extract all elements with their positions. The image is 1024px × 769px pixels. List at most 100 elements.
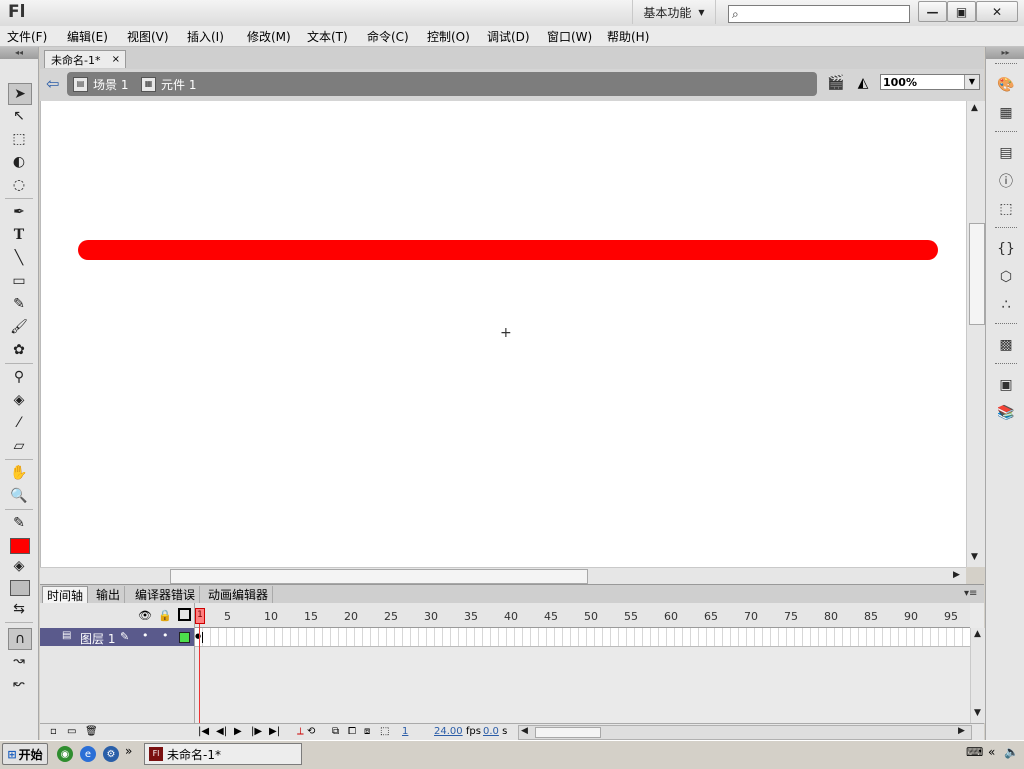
tab-output[interactable]: 输出	[92, 586, 126, 603]
new-layer-icon[interactable]: ▫	[50, 726, 57, 737]
onion-outlines-icon[interactable]: ⧠	[348, 726, 356, 737]
horizontal-scroll-thumb[interactable]	[535, 727, 601, 738]
pencil-tool-icon[interactable]: ✎	[8, 294, 30, 314]
red-line-shape[interactable]	[78, 240, 938, 260]
tray-expand-icon[interactable]: «	[988, 745, 995, 759]
loop-icon[interactable]: ⟲	[307, 726, 315, 737]
fill-color-swatch[interactable]	[10, 580, 30, 596]
menu-text[interactable]: 文本(T)	[307, 28, 348, 45]
outline-color-swatch[interactable]	[179, 632, 190, 643]
panel-expand-icon[interactable]: ▸▸	[986, 47, 1024, 59]
minimize-button[interactable]: —	[918, 1, 947, 22]
scroll-right-icon[interactable]: ▶	[958, 726, 965, 736]
browser-icon[interactable]: e	[80, 746, 96, 762]
playhead[interactable]: 1	[195, 608, 205, 624]
menu-view[interactable]: 视图(V)	[127, 28, 169, 45]
horizontal-scroll-thumb[interactable]	[170, 569, 588, 584]
transform-panel-icon[interactable]: ⬚	[995, 199, 1017, 219]
scroll-right-icon[interactable]: ▶	[953, 570, 960, 580]
frame-row[interactable]: ●	[195, 628, 970, 647]
menu-debug[interactable]: 调试(D)	[487, 28, 530, 45]
text-tool-icon[interactable]: T	[8, 225, 30, 245]
motion-presets-panel-icon[interactable]: ∴	[995, 295, 1017, 315]
project-panel-icon[interactable]: ▩	[995, 335, 1017, 355]
menu-modify[interactable]: 修改(M)	[247, 28, 291, 45]
start-button[interactable]: ⊞ 开始	[2, 743, 48, 765]
bone-tool-icon[interactable]: ⚲	[8, 367, 30, 387]
zoom-select[interactable]: 100% ▼	[880, 74, 980, 90]
delete-layer-icon[interactable]: 🗑	[85, 726, 98, 737]
visibility-dot-icon[interactable]: •	[142, 629, 149, 642]
breadcrumb-scene[interactable]: ▤ 场景 1	[73, 76, 128, 93]
selection-tool-icon[interactable]: ➤	[8, 83, 32, 105]
panel-menu-icon[interactable]: ▾≡	[964, 588, 977, 599]
breadcrumb-symbol[interactable]: ▦ 元件 1	[141, 76, 196, 93]
tab-timeline[interactable]: 时间轴	[42, 586, 89, 603]
menu-edit[interactable]: 编辑(E)	[67, 28, 108, 45]
chrome-icon[interactable]: ◉	[57, 746, 73, 762]
current-frame-value[interactable]: 1	[402, 726, 408, 737]
chevron-down-icon[interactable]: ▼	[964, 75, 979, 89]
swap-colors-icon[interactable]: ⇆	[8, 599, 30, 619]
first-frame-icon[interactable]: |◀	[198, 726, 209, 737]
fps-value[interactable]: 24.00	[434, 726, 463, 737]
free-transform-tool-icon[interactable]: ⬚	[8, 129, 30, 149]
vertical-scroll-thumb[interactable]	[969, 223, 985, 325]
scroll-up-icon[interactable]: ▲	[974, 629, 981, 639]
menu-window[interactable]: 窗口(W)	[547, 28, 592, 45]
scroll-up-icon[interactable]: ▲	[971, 103, 978, 113]
center-frame-icon[interactable]: ⟂	[297, 726, 304, 737]
edit-multiple-frames-icon[interactable]: ⧈	[364, 726, 370, 737]
code-snippets-panel-icon[interactable]: {}	[995, 239, 1017, 259]
maximize-button[interactable]: ▣	[947, 1, 976, 22]
eyedropper-tool-icon[interactable]: ⁄	[8, 413, 30, 433]
rectangle-tool-icon[interactable]: ▭	[8, 271, 30, 291]
close-tab-icon[interactable]: ×	[112, 54, 120, 65]
scroll-left-icon[interactable]: ◀	[521, 726, 528, 736]
next-frame-icon[interactable]: |▶	[251, 726, 262, 737]
time-value[interactable]: 0.0	[483, 726, 499, 737]
eye-icon[interactable]: 👁	[138, 609, 152, 622]
components-panel-icon[interactable]: ⬡	[995, 267, 1017, 287]
straighten-icon[interactable]: ↜	[8, 674, 30, 694]
prev-frame-icon[interactable]: ◀|	[216, 726, 227, 737]
workspace-switcher[interactable]: 基本功能 ▼	[632, 0, 716, 24]
menu-control[interactable]: 控制(O)	[427, 28, 470, 45]
smooth-icon[interactable]: ↝	[8, 651, 30, 671]
onion-markers-icon[interactable]: ⬚	[380, 726, 389, 737]
library-panel-icon[interactable]: 📚	[995, 403, 1017, 423]
tab-compiler-errors[interactable]: 编译器错误	[131, 586, 201, 603]
line-tool-icon[interactable]: ╲	[8, 248, 30, 268]
network-icon[interactable]: 🔈	[1004, 745, 1019, 759]
align-panel-icon[interactable]: ▤	[995, 143, 1017, 163]
search-input[interactable]: ⌕	[728, 5, 910, 23]
scroll-down-icon[interactable]: ▼	[974, 708, 981, 718]
zoom-tool-icon[interactable]: 🔍	[8, 486, 30, 506]
menu-file[interactable]: 文件(F)	[7, 28, 47, 45]
menu-help[interactable]: 帮助(H)	[607, 28, 649, 45]
stroke-color-swatch[interactable]	[10, 538, 30, 554]
timeline-horizontal-scrollbar[interactable]: ◀ ▶	[518, 725, 972, 740]
stage-vertical-scrollbar[interactable]: ▲ ▼	[966, 101, 985, 567]
quicklaunch-expand-icon[interactable]: »	[125, 744, 132, 758]
3d-rotation-tool-icon[interactable]: ◐	[8, 152, 30, 172]
scroll-down-icon[interactable]: ▼	[971, 552, 978, 562]
hand-tool-icon[interactable]: ✋	[8, 463, 30, 483]
subselection-tool-icon[interactable]: ↖	[8, 106, 30, 126]
tab-motion-editor[interactable]: 动画编辑器	[204, 586, 274, 603]
info-panel-icon[interactable]: ⓘ	[995, 171, 1017, 191]
back-arrow-icon[interactable]: ⇦	[46, 74, 59, 93]
lock-dot-icon[interactable]: •	[162, 629, 169, 642]
onion-skin-icon[interactable]: ⧉	[332, 726, 339, 737]
timeline-vertical-scrollbar[interactable]: ▲ ▼	[970, 628, 985, 723]
swatches-panel-icon[interactable]: ▦	[995, 103, 1017, 123]
eraser-tool-icon[interactable]: ▱	[8, 436, 30, 456]
layer-row[interactable]: ▤ 图层 1 ✎ • •	[40, 628, 194, 646]
outline-icon[interactable]	[178, 608, 191, 621]
color-panel-icon[interactable]: 🎨	[995, 75, 1017, 95]
paint-bucket-tool-icon[interactable]: ◈	[8, 390, 30, 410]
stage-horizontal-scrollbar[interactable]: ▶	[40, 567, 966, 585]
stage-canvas[interactable]: +	[40, 101, 967, 567]
last-frame-icon[interactable]: ▶|	[269, 726, 280, 737]
brush-tool-icon[interactable]: 🖌	[8, 317, 30, 337]
